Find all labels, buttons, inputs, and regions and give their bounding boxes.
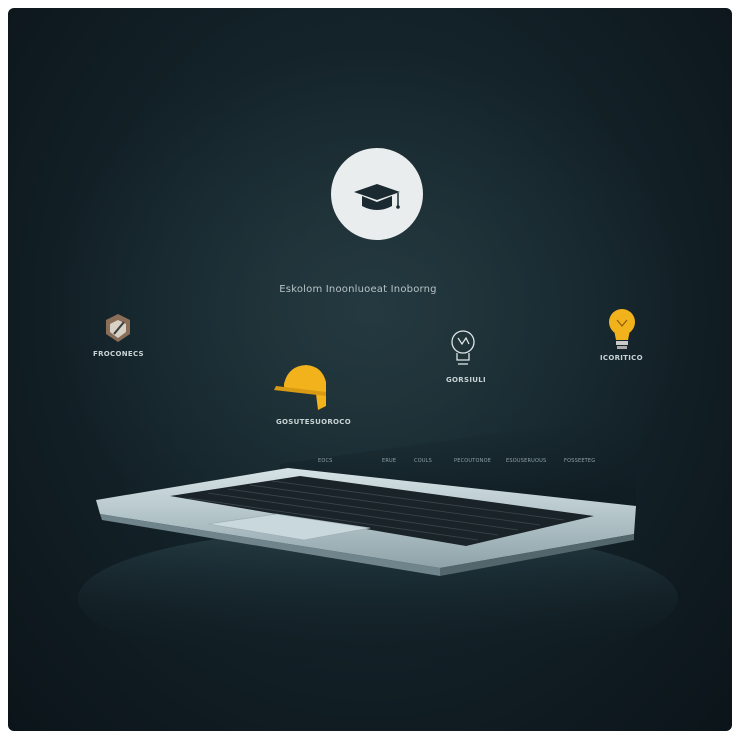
label-mind: Gorsiuli	[446, 376, 486, 384]
scene-graphic	[40, 48, 700, 668]
image-frame: Eskolom Inoonluoeat Inoborng Froconecs G…	[8, 8, 732, 731]
screen-menu-item: Esouseruous	[506, 458, 547, 464]
laptop-screen-menu: Eocs Erue Couls Pecoutonoe Esouseruous F…	[316, 458, 608, 470]
screen-menu-item: Eocs	[318, 458, 333, 464]
label-helmet: Gosutesuoroco	[276, 418, 351, 426]
screen-menu-item: Fosseeteg	[564, 458, 596, 464]
screen-menu-item: Couls	[414, 458, 433, 464]
screen-menu-item: Pecoutonoe	[454, 458, 492, 464]
headline-text: Eskolom Inoonluoeat Inoborng	[279, 284, 437, 295]
label-bulb: Icoritico	[600, 354, 643, 362]
screen-menu-item: Erue	[382, 458, 397, 464]
label-left: Froconecs	[93, 350, 144, 358]
graduation-cap-icon	[331, 148, 423, 240]
